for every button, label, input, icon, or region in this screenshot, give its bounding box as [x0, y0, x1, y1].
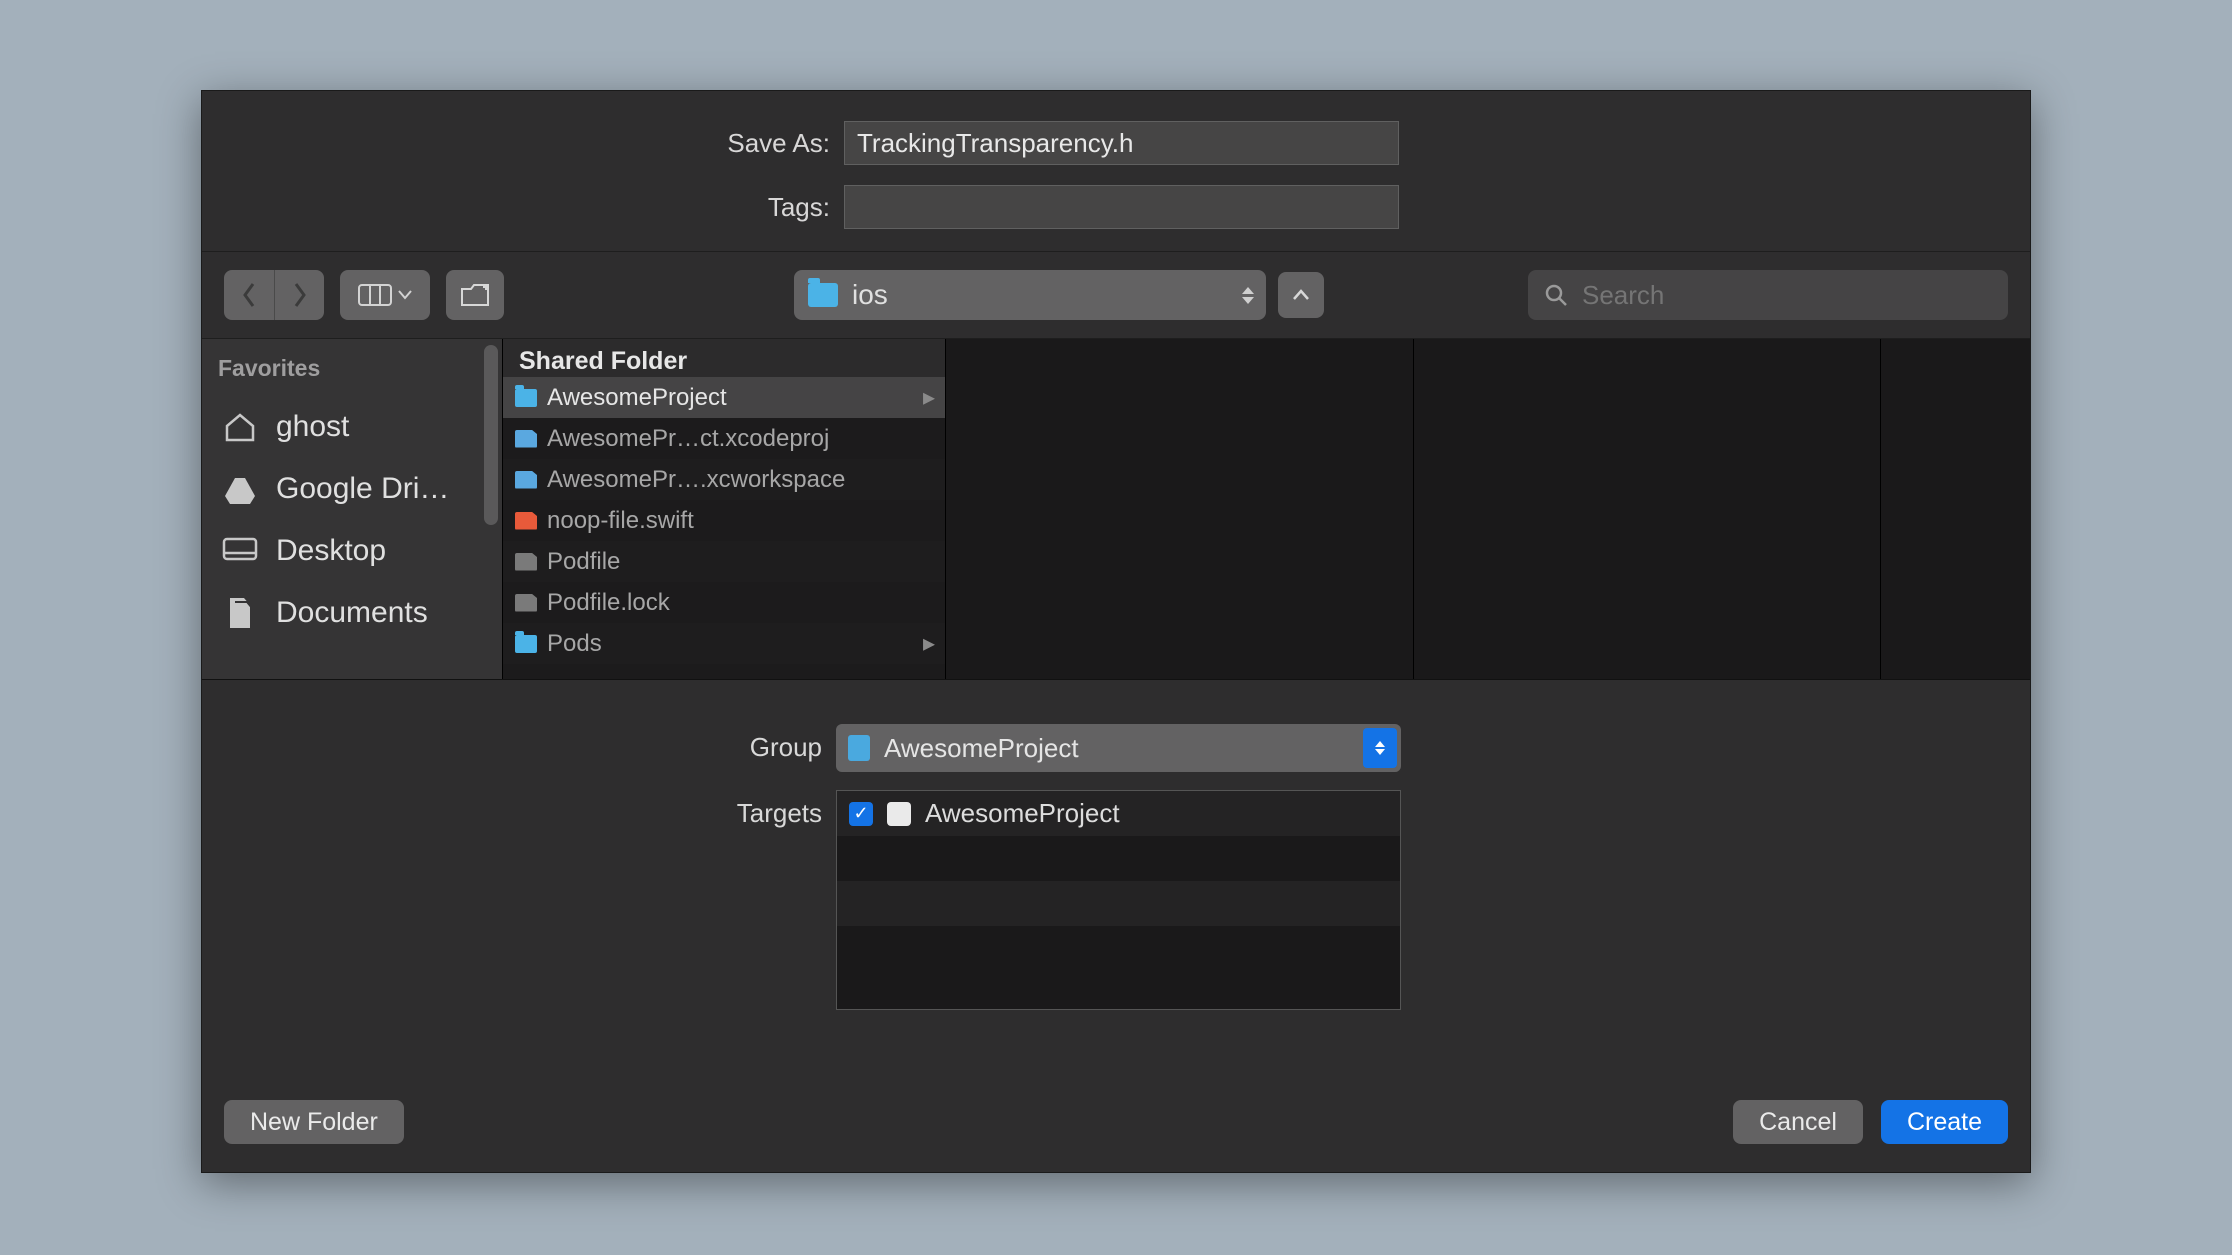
chevron-right-icon: ▸: [923, 383, 935, 412]
home-icon: [222, 412, 258, 442]
desktop-icon: [222, 537, 258, 565]
folder-icon: [515, 389, 537, 407]
sidebar-item-label: ghost: [276, 410, 349, 444]
targets-list: ✓ AwesomeProject: [836, 790, 1401, 1010]
file-row[interactable]: Podfile: [503, 541, 945, 582]
chevron-up-icon: [1292, 289, 1310, 301]
file-column: Shared Folder AwesomeProject ▸ AwesomePr…: [502, 339, 945, 679]
file-row[interactable]: AwesomeProject ▸: [503, 377, 945, 418]
xcodeproj-icon: [515, 430, 537, 448]
group-select[interactable]: AwesomeProject: [836, 724, 1401, 772]
group-label: Group: [202, 724, 822, 763]
file-row[interactable]: Podfile.lock: [503, 582, 945, 623]
group-value: AwesomeProject: [884, 733, 1079, 764]
sidebar: Favorites ghost Google Dri… Desktop: [202, 339, 502, 679]
sidebar-item-google-drive[interactable]: Google Dri…: [216, 458, 502, 520]
collapse-button[interactable]: [1278, 272, 1324, 318]
location-label: ios: [852, 279, 888, 311]
new-folder-button[interactable]: New Folder: [224, 1100, 404, 1144]
file-browser: Favorites ghost Google Dri… Desktop: [202, 339, 2030, 679]
target-row: [837, 881, 1400, 926]
group-row: Group AwesomeProject: [202, 724, 2030, 772]
tags-row: Tags:: [202, 185, 2030, 229]
tags-input[interactable]: [844, 185, 1399, 229]
file-name: Podfile.lock: [547, 589, 670, 617]
group-icon: [848, 735, 870, 761]
empty-columns: [945, 339, 2030, 679]
sidebar-item-label: Documents: [276, 596, 428, 630]
save-dialog: Save As: Tags: ios: [201, 90, 2031, 1173]
target-row[interactable]: ✓ AwesomeProject: [837, 791, 1400, 836]
sidebar-item-label: Desktop: [276, 534, 386, 568]
save-as-row: Save As:: [202, 121, 2030, 165]
sidebar-scrollbar[interactable]: [484, 345, 498, 525]
empty-column: [945, 339, 1413, 679]
file-row[interactable]: noop-file.swift: [503, 500, 945, 541]
file-name: noop-file.swift: [547, 507, 694, 535]
document-icon: [222, 596, 258, 630]
file-row[interactable]: Pods ▸: [503, 623, 945, 664]
file-icon: [515, 594, 537, 612]
search-icon: [1544, 283, 1568, 307]
targets-label: Targets: [202, 790, 822, 829]
view-mode-button[interactable]: [340, 270, 430, 320]
file-name: Pods: [547, 630, 602, 658]
toolbar: ios: [202, 252, 2030, 339]
target-row: [837, 926, 1400, 971]
target-checkbox[interactable]: ✓: [849, 802, 873, 826]
dialog-footer: New Folder Cancel Create: [202, 1078, 2030, 1172]
file-name: AwesomePr….xcworkspace: [547, 466, 845, 494]
file-icon: [515, 553, 537, 571]
sidebar-item-ghost[interactable]: ghost: [216, 396, 502, 458]
up-down-icon: [1363, 728, 1397, 768]
files-list: AwesomeProject ▸ AwesomePr…ct.xcodeproj …: [503, 339, 945, 664]
chevron-right-icon: ▸: [923, 629, 935, 658]
folder-icon: [515, 635, 537, 653]
save-as-label: Save As:: [202, 128, 830, 159]
file-row[interactable]: AwesomePr….xcworkspace: [503, 459, 945, 500]
chevron-left-icon: [241, 282, 257, 308]
save-as-input[interactable]: [844, 121, 1399, 165]
app-icon: [887, 802, 911, 826]
location-select[interactable]: ios: [794, 270, 1266, 320]
group-targets-area: Group AwesomeProject Targets ✓ AwesomePr…: [202, 679, 2030, 1078]
target-row: [837, 836, 1400, 881]
reveal-folder-button[interactable]: [446, 270, 504, 320]
tags-label: Tags:: [202, 192, 830, 223]
nav-back-forward: [224, 270, 324, 320]
sidebar-item-documents[interactable]: Documents: [216, 582, 502, 644]
file-name: Podfile: [547, 548, 620, 576]
chevron-down-icon: [398, 290, 412, 300]
xcworkspace-icon: [515, 471, 537, 489]
sidebar-item-desktop[interactable]: Desktop: [216, 520, 502, 582]
search-box[interactable]: [1528, 270, 2008, 320]
target-name: AwesomeProject: [925, 798, 1120, 829]
targets-row: Targets ✓ AwesomeProject: [202, 790, 2030, 1010]
folder-icon: [808, 283, 838, 307]
columns-icon: [358, 284, 392, 306]
sidebar-item-label: Google Dri…: [276, 472, 449, 506]
column-header: Shared Folder: [503, 339, 945, 377]
google-drive-icon: [222, 474, 258, 504]
forward-button[interactable]: [274, 270, 324, 320]
file-name: AwesomePr…ct.xcodeproj: [547, 425, 829, 453]
up-down-icon: [1242, 287, 1254, 304]
location-picker: ios: [794, 270, 1324, 320]
empty-column: [1413, 339, 1881, 679]
sidebar-header: Favorites: [216, 355, 502, 382]
swift-file-icon: [515, 512, 537, 530]
create-button[interactable]: Create: [1881, 1100, 2008, 1144]
back-button[interactable]: [224, 270, 274, 320]
cancel-button[interactable]: Cancel: [1733, 1100, 1863, 1144]
folder-action-icon: [460, 283, 490, 307]
chevron-right-icon: [292, 282, 308, 308]
search-input[interactable]: [1582, 280, 1992, 311]
top-fields: Save As: Tags:: [202, 91, 2030, 252]
file-name: AwesomeProject: [547, 384, 727, 412]
file-row[interactable]: AwesomePr…ct.xcodeproj: [503, 418, 945, 459]
empty-column: [1880, 339, 2030, 679]
